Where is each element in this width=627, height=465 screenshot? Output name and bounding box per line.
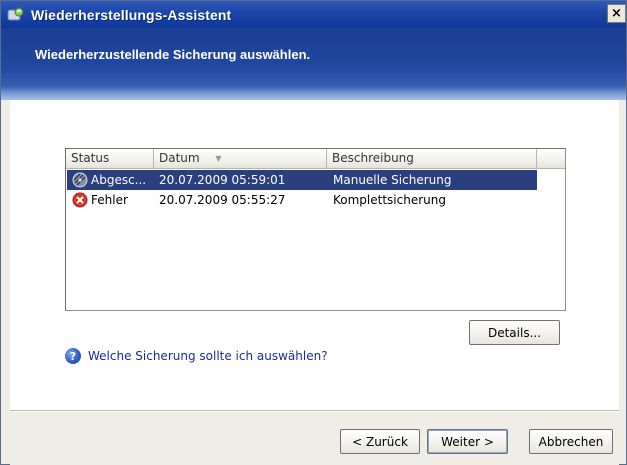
page-title: Wiederherzustellende Sicherung auswählen… bbox=[35, 47, 311, 62]
sort-down-icon: ▼ bbox=[215, 154, 222, 163]
close-button[interactable]: × bbox=[607, 4, 626, 23]
column-header-filler bbox=[537, 149, 565, 169]
description-cell: Komplettsicherung bbox=[333, 193, 446, 207]
next-button[interactable]: Weiter > bbox=[427, 429, 508, 454]
table-row[interactable]: Abgesc... 20.07.2009 05:59:01 Manuelle S… bbox=[67, 170, 537, 190]
header-banner: Wiederherzustellende Sicherung auswählen… bbox=[1, 28, 626, 100]
error-icon bbox=[72, 192, 88, 208]
archive-disk-icon bbox=[72, 172, 88, 188]
column-header-label: Datum bbox=[159, 151, 200, 165]
app-icon bbox=[7, 7, 25, 23]
help-icon: ? bbox=[65, 348, 81, 364]
column-header-label: Status bbox=[71, 151, 110, 165]
help-link[interactable]: ? Welche Sicherung sollte ich auswählen? bbox=[65, 348, 328, 364]
back-button[interactable]: < Zurück bbox=[340, 429, 420, 454]
status-cell: Abgesc... bbox=[91, 173, 147, 187]
description-cell: Manuelle Sicherung bbox=[333, 173, 452, 187]
details-button[interactable]: Details... bbox=[469, 320, 560, 345]
date-cell: 20.07.2009 05:59:01 bbox=[159, 173, 286, 187]
backup-list[interactable]: Status Datum ▼ Beschreibung Abgesc... 20… bbox=[65, 148, 566, 311]
column-header-description[interactable]: Beschreibung bbox=[327, 149, 537, 169]
list-header: Status Datum ▼ Beschreibung bbox=[66, 149, 565, 169]
column-header-date[interactable]: Datum ▼ bbox=[154, 149, 327, 169]
date-cell: 20.07.2009 05:55:27 bbox=[159, 193, 286, 207]
wizard-window: Wiederherstellungs-Assistent × Wiederher… bbox=[0, 0, 627, 465]
cancel-button[interactable]: Abbrechen bbox=[529, 429, 613, 454]
status-cell: Fehler bbox=[91, 193, 128, 207]
footer-bar: < Zurück Weiter > Abbrechen bbox=[10, 411, 619, 465]
column-header-label: Beschreibung bbox=[332, 151, 414, 165]
title-bar[interactable]: Wiederherstellungs-Assistent × bbox=[1, 1, 626, 28]
banner-glow bbox=[1, 86, 626, 100]
content-area: Status Datum ▼ Beschreibung Abgesc... 20… bbox=[10, 100, 619, 411]
table-row[interactable]: Fehler 20.07.2009 05:55:27 Komplettsiche… bbox=[67, 190, 537, 210]
column-header-status[interactable]: Status bbox=[66, 149, 154, 169]
help-link-label[interactable]: Welche Sicherung sollte ich auswählen? bbox=[88, 349, 328, 363]
window-title: Wiederherstellungs-Assistent bbox=[31, 6, 232, 23]
